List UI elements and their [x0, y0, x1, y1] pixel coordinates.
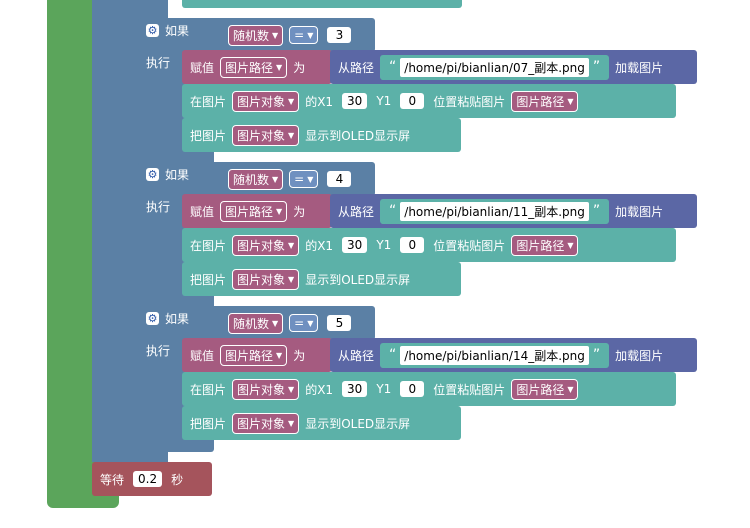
compare-block-2[interactable]: 随机数 ▼ = ▼ 4 [222, 166, 361, 192]
var-path-dropdown[interactable]: 图片路径 ▼ [511, 378, 579, 400]
do-label-1: 执行 [146, 56, 171, 70]
compare-value[interactable]: 4 [327, 171, 352, 187]
var-obj-dropdown[interactable]: 图片对象 ▼ [232, 90, 300, 112]
var-obj-dropdown[interactable]: 图片对象 ▼ [232, 412, 300, 434]
var-obj-dropdown[interactable]: 图片对象 ▼ [232, 268, 300, 290]
y1-value[interactable]: 0 [400, 381, 425, 397]
path-string-block[interactable]: “ /home/pi/bianlian/11_副本.png ” [380, 198, 610, 224]
var-obj-dropdown[interactable]: 图片对象 ▼ [232, 234, 300, 256]
if-label-3: ⚙ 如果 [146, 312, 190, 326]
wait-value[interactable]: 0.2 [133, 471, 163, 487]
path-string-block[interactable]: “ /home/pi/bianlian/14_副本.png ” [380, 342, 610, 368]
paste-block-1[interactable]: 在图片 图片对象 ▼ 的X1 30 Y1 0 位置粘贴图片 图片路径 ▼ [182, 84, 676, 118]
open-quote-icon: “ [389, 59, 397, 75]
compare-block-3[interactable]: 随机数 ▼ = ▼ 5 [222, 310, 361, 336]
assign-block-1[interactable]: 赋值 图片路径 ▼ 为 [182, 50, 332, 84]
gear-icon[interactable]: ⚙ [146, 24, 159, 37]
var-random-dropdown[interactable]: 随机数 ▼ [228, 312, 284, 334]
var-obj-dropdown[interactable]: 图片对象 ▼ [232, 124, 300, 146]
var-path-dropdown[interactable]: 图片路径 ▼ [511, 90, 579, 112]
compare-block-1[interactable]: 随机数 ▼ = ▼ 3 [222, 22, 361, 48]
paste-block-2[interactable]: 在图片 图片对象 ▼ 的X1 30 Y1 0 位置粘贴图片 图片路径 ▼ [182, 228, 676, 262]
var-path-dropdown[interactable]: 图片路径 ▼ [220, 344, 288, 366]
compare-value[interactable]: 5 [327, 315, 352, 331]
path-value[interactable]: /home/pi/bianlian/07_副本.png [400, 57, 589, 77]
var-path-dropdown[interactable]: 图片路径 ▼ [220, 56, 288, 78]
gear-icon[interactable]: ⚙ [146, 312, 159, 325]
wait-block[interactable]: 等待 0.2 秒 [92, 462, 212, 496]
path-value[interactable]: /home/pi/bianlian/14_副本.png [400, 345, 589, 365]
load-image-block-2[interactable]: 从路径 “ /home/pi/bianlian/11_副本.png ” 加载图片 [330, 194, 697, 228]
var-path-dropdown[interactable]: 图片路径 ▼ [511, 234, 579, 256]
if-label-2: ⚙ 如果 [146, 168, 190, 182]
close-quote-icon: ” [592, 347, 601, 363]
paste-block-3[interactable]: 在图片 图片对象 ▼ 的X1 30 Y1 0 位置粘贴图片 图片路径 ▼ [182, 372, 676, 406]
show-block-2[interactable]: 把图片 图片对象 ▼ 显示到OLED显示屏 [182, 262, 461, 296]
if-label-1: ⚙ 如果 [146, 24, 190, 38]
y1-value[interactable]: 0 [400, 237, 425, 253]
load-image-block-3[interactable]: 从路径 “ /home/pi/bianlian/14_副本.png ” 加载图片 [330, 338, 697, 372]
do-label-3: 执行 [146, 344, 171, 358]
var-path-dropdown[interactable]: 图片路径 ▼ [220, 200, 288, 222]
open-quote-icon: “ [389, 203, 397, 219]
close-quote-icon: ” [592, 203, 601, 219]
y1-value[interactable]: 0 [400, 93, 425, 109]
var-obj-dropdown[interactable]: 图片对象 ▼ [232, 378, 300, 400]
path-value[interactable]: /home/pi/bianlian/11_副本.png [400, 201, 589, 221]
open-quote-icon: “ [389, 347, 397, 363]
assign-block-2[interactable]: 赋值 图片路径 ▼ 为 [182, 194, 332, 228]
compare-value[interactable]: 3 [327, 27, 352, 43]
op-equals-dropdown[interactable]: = ▼ [289, 314, 319, 332]
path-string-block[interactable]: “ /home/pi/bianlian/07_副本.png ” [380, 54, 610, 80]
load-image-block-1[interactable]: 从路径 “ /home/pi/bianlian/07_副本.png ” 加载图片 [330, 50, 697, 84]
gear-icon[interactable]: ⚙ [146, 168, 159, 181]
show-block-3[interactable]: 把图片 图片对象 ▼ 显示到OLED显示屏 [182, 406, 461, 440]
x1-value[interactable]: 30 [342, 93, 368, 109]
show-block-1[interactable]: 把图片 图片对象 ▼ 显示到OLED显示屏 [182, 118, 461, 152]
assign-block-3[interactable]: 赋值 图片路径 ▼ 为 [182, 338, 332, 372]
do-label-2: 执行 [146, 200, 171, 214]
x1-value[interactable]: 30 [342, 237, 368, 253]
x1-value[interactable]: 30 [342, 381, 368, 397]
var-random-dropdown[interactable]: 随机数 ▼ [228, 168, 284, 190]
var-random-dropdown[interactable]: 随机数 ▼ [228, 24, 284, 46]
top-image-block[interactable] [182, 0, 462, 8]
op-equals-dropdown[interactable]: = ▼ [289, 170, 319, 188]
close-quote-icon: ” [592, 59, 601, 75]
op-equals-dropdown[interactable]: = ▼ [289, 26, 319, 44]
